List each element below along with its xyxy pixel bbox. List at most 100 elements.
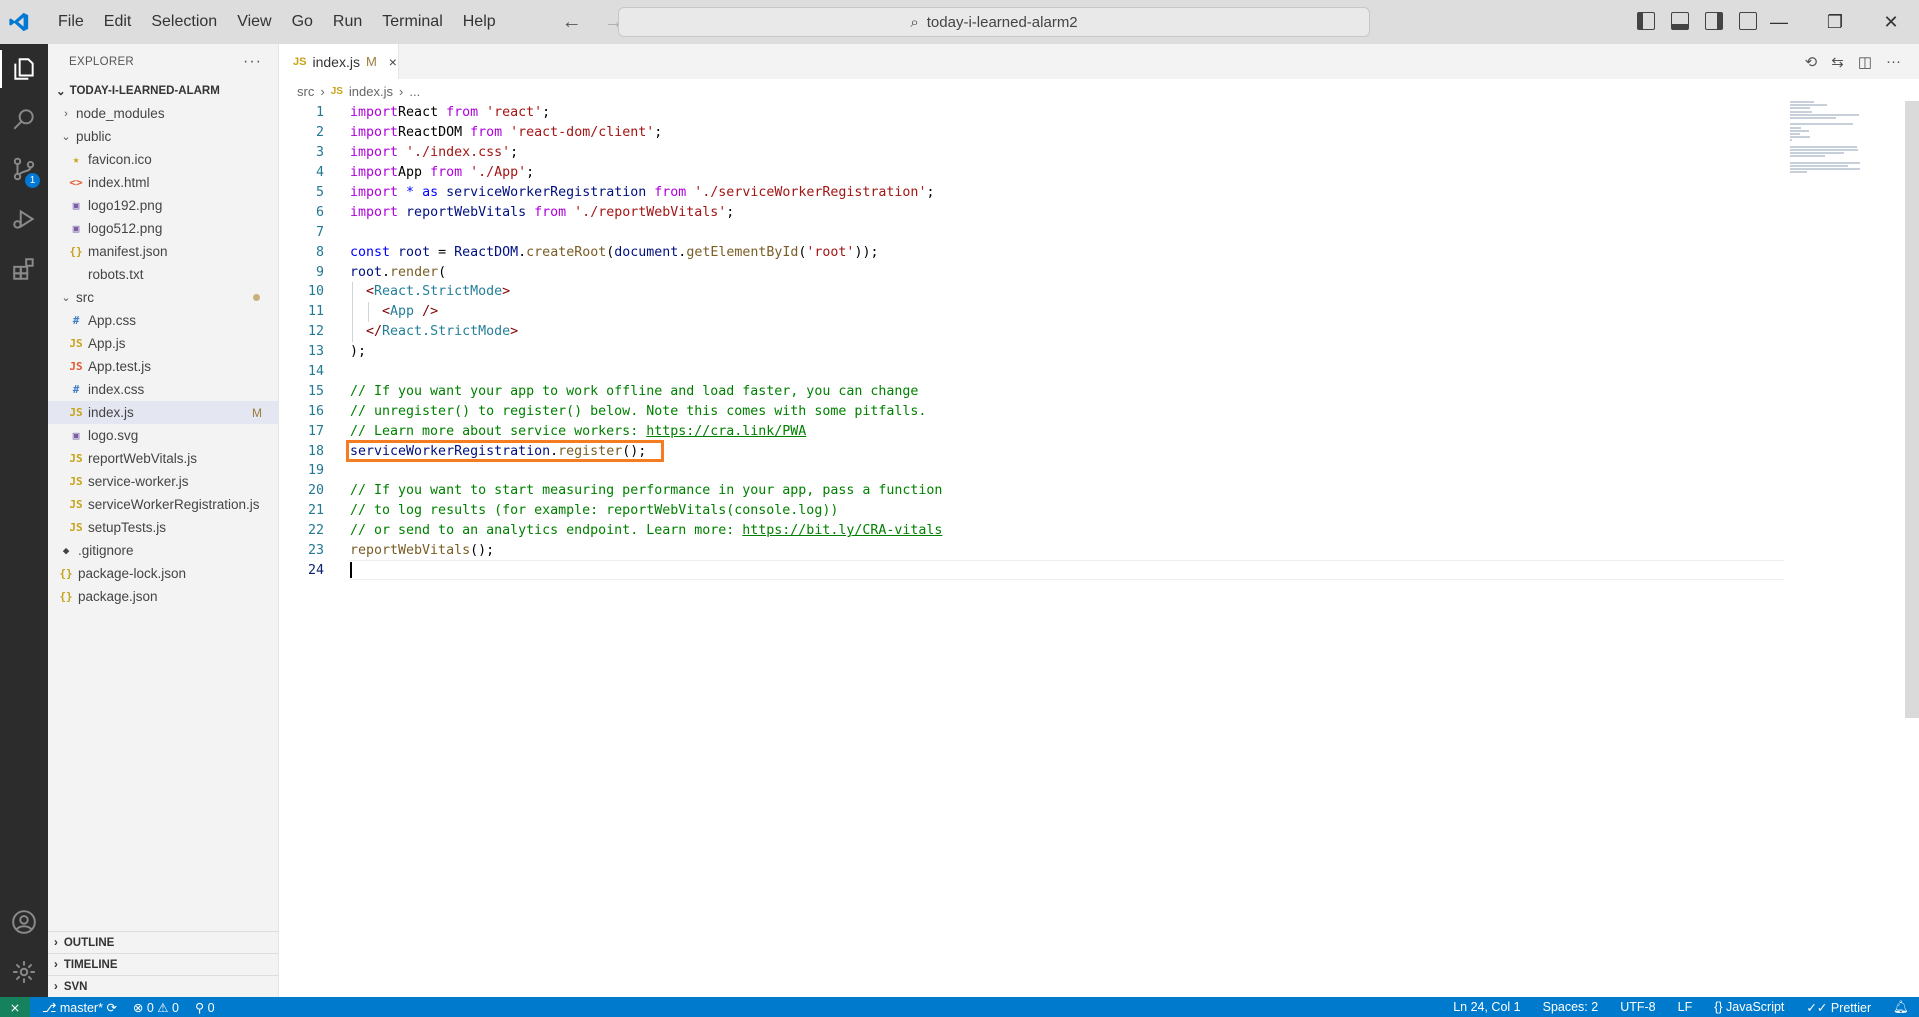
- minimap-line: [1790, 164, 1848, 167]
- tree-item-label: App.test.js: [88, 359, 152, 374]
- encoding[interactable]: UTF-8: [1620, 1000, 1655, 1015]
- tree-item-label: node_modules: [76, 106, 165, 121]
- ports-count: 0: [207, 1000, 215, 1015]
- vscode-logo-icon: [0, 0, 38, 44]
- menu-selection[interactable]: Selection: [141, 0, 227, 44]
- ports-indicator[interactable]: ⚲ 0: [195, 1000, 215, 1015]
- tree-item[interactable]: # App.css: [48, 309, 278, 332]
- toggle-panel-icon[interactable]: [1671, 12, 1689, 30]
- code-line: 7: [279, 222, 1784, 242]
- tree-item[interactable]: ◆ .gitignore: [48, 539, 278, 562]
- menu-view[interactable]: View: [227, 0, 281, 44]
- text-cursor: [350, 562, 352, 579]
- menu-help[interactable]: Help: [453, 0, 506, 44]
- prettier-status[interactable]: ✓✓ Prettier: [1806, 1000, 1871, 1015]
- code-text: import * as serviceWorkerRegistration fr…: [350, 185, 934, 200]
- tree-item[interactable]: {} package.json: [48, 585, 278, 608]
- code-token: // If you want to start measuring perfor…: [350, 483, 943, 499]
- code-token: import: [350, 105, 399, 121]
- extensions-icon[interactable]: [0, 244, 48, 294]
- tree-item[interactable]: › node_modules: [48, 102, 278, 125]
- tree-item[interactable]: <> index.html: [48, 171, 278, 194]
- explorer-icon[interactable]: [0, 44, 48, 94]
- file-type-icon: ▣: [72, 199, 80, 212]
- indentation[interactable]: Spaces: 2: [1543, 1000, 1599, 1015]
- command-center-text: today-i-learned-alarm2: [926, 13, 1078, 31]
- tree-item[interactable]: {} package-lock.json: [48, 562, 278, 585]
- code-token: from: [430, 165, 463, 181]
- line-number: 2: [315, 125, 324, 141]
- more-actions-icon[interactable]: ···: [1886, 53, 1901, 71]
- tab-index-js[interactable]: JS index.js M ×: [279, 44, 399, 79]
- run-debug-icon[interactable]: [0, 194, 48, 244]
- tree-item[interactable]: robots.txt: [48, 263, 278, 286]
- vertical-scrollbar[interactable]: [1905, 101, 1919, 718]
- code-token: import: [350, 204, 399, 220]
- settings-gear-icon[interactable]: [0, 947, 48, 997]
- command-center-search[interactable]: ⌕ today-i-learned-alarm2: [618, 7, 1370, 37]
- code-line: 3 import './index.css';: [279, 143, 1784, 163]
- code-line: 19: [279, 461, 1784, 481]
- section-svn[interactable]: › SVN: [48, 975, 279, 997]
- chevron-right-icon: ›: [64, 107, 68, 120]
- tree-item[interactable]: # index.css: [48, 378, 278, 401]
- timeline-icon[interactable]: ⟲: [1805, 53, 1818, 71]
- back-arrow-icon[interactable]: ←: [562, 11, 582, 34]
- close-window-icon[interactable]: ✕: [1863, 0, 1919, 44]
- minimize-icon[interactable]: —: [1751, 0, 1807, 44]
- end-of-line[interactable]: LF: [1678, 1000, 1693, 1015]
- restore-icon[interactable]: ❐: [1807, 0, 1863, 44]
- minimap-line: [1790, 101, 1814, 103]
- branch-indicator[interactable]: ⎇ master* ⟳: [42, 1000, 117, 1015]
- menu-run[interactable]: Run: [323, 0, 372, 44]
- menu-file[interactable]: File: [48, 0, 94, 44]
- project-root[interactable]: ⌄ TODAY-I-LEARNED-ALARM: [48, 80, 278, 102]
- close-tab-icon[interactable]: ×: [389, 54, 397, 70]
- tree-item[interactable]: ★ favicon.ico: [48, 148, 278, 171]
- problems-indicator[interactable]: ⊗ 0 ⚠ 0: [133, 1000, 179, 1015]
- accounts-icon[interactable]: [0, 897, 48, 947]
- tree-item[interactable]: ▣ logo.svg: [48, 424, 278, 447]
- code-token: https://cra.link/PWA: [646, 423, 807, 439]
- tree-item[interactable]: {} manifest.json: [48, 240, 278, 263]
- code-editor[interactable]: 1 importReact from 'react'; 2 importReactDO…: [279, 103, 1784, 581]
- language-mode[interactable]: {} JavaScript: [1714, 1000, 1784, 1015]
- notifications-bell-icon[interactable]: 🔔︎: [1893, 1000, 1909, 1015]
- menu-terminal[interactable]: Terminal: [372, 0, 452, 44]
- menu-go[interactable]: Go: [282, 0, 323, 44]
- tree-item[interactable]: ▣ logo512.png: [48, 217, 278, 240]
- tree-item[interactable]: ⌄ public: [48, 125, 278, 148]
- code-token: React.StrictMode: [382, 324, 511, 340]
- tree-item[interactable]: JS App.js: [48, 332, 278, 355]
- cursor-position[interactable]: Ln 24, Col 1: [1453, 1000, 1520, 1015]
- tree-item[interactable]: JS index.js M: [48, 401, 278, 424]
- tree-item[interactable]: JS reportWebVitals.js: [48, 447, 278, 470]
- tree-item[interactable]: JS service-worker.js: [48, 470, 278, 493]
- breadcrumb-item[interactable]: ...: [409, 84, 420, 99]
- open-changes-icon[interactable]: ⇆: [1831, 53, 1844, 71]
- section-label: SVN: [63, 980, 88, 993]
- tree-item[interactable]: JS serviceWorkerRegistration.js: [48, 493, 278, 516]
- breadcrumb-separator-icon: ›: [399, 83, 404, 99]
- code-token: );: [350, 344, 367, 360]
- minimap[interactable]: [1790, 101, 1870, 174]
- tree-item[interactable]: ▣ logo192.png: [48, 194, 278, 217]
- section-timeline[interactable]: › TIMELINE: [48, 953, 279, 975]
- breadcrumb-item[interactable]: src: [297, 84, 314, 99]
- section-outline[interactable]: › OUTLINE: [48, 931, 279, 953]
- toggle-secondary-sidebar-icon[interactable]: [1705, 12, 1723, 30]
- source-control-icon[interactable]: 1: [0, 144, 48, 194]
- code-token: root: [350, 264, 383, 280]
- tree-item[interactable]: JS App.test.js: [48, 355, 278, 378]
- breadcrumb-item[interactable]: index.js: [349, 84, 393, 99]
- code-line: 21 // to log results (for example: report…: [279, 501, 1784, 521]
- code-token: as: [422, 185, 439, 200]
- remote-indicator-icon[interactable]: ⨯: [0, 997, 30, 1017]
- tree-item[interactable]: ⌄ src: [48, 286, 278, 309]
- split-editor-icon[interactable]: ◫: [1858, 53, 1872, 71]
- search-icon[interactable]: [0, 94, 48, 144]
- tree-item[interactable]: JS setupTests.js: [48, 516, 278, 539]
- more-actions-icon[interactable]: ···: [243, 53, 262, 71]
- toggle-primary-sidebar-icon[interactable]: [1637, 12, 1655, 30]
- menu-edit[interactable]: Edit: [94, 0, 142, 44]
